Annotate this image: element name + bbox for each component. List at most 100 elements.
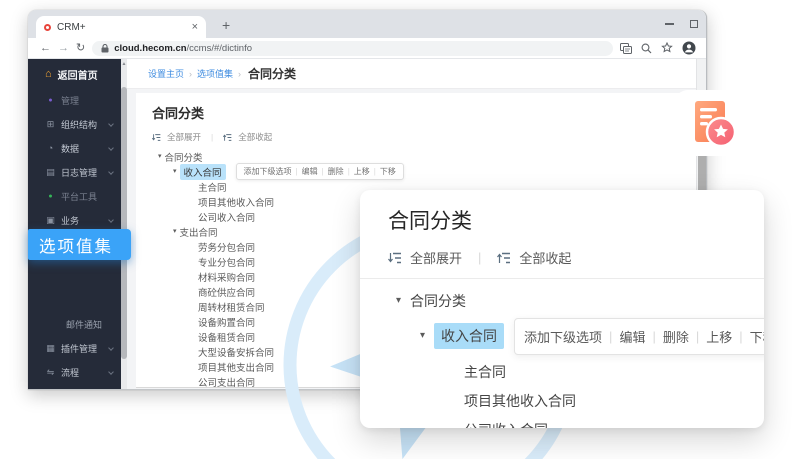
controls-separator: |: [211, 132, 213, 142]
new-tab-button[interactable]: +: [216, 15, 236, 35]
breadcrumb-link-dict[interactable]: 选项值集: [197, 67, 233, 80]
tree-item-label: 项目其他收入合同: [198, 195, 274, 209]
browser-address-bar: ← → ↻ cloud.hecom.cn/ccms/#/dictinfo: [28, 38, 706, 59]
sidebar-item-label: 邮件通知: [66, 318, 102, 331]
bookmark-star-icon[interactable]: [661, 42, 673, 54]
tree-item-label: 收入合同: [434, 323, 504, 349]
toolbar-action-下移[interactable]: 下移: [750, 327, 764, 346]
sidebar-item-dict-callout[interactable]: 选项值集: [28, 229, 131, 260]
sidebar-item-邮件通知[interactable]: 邮件通知: [28, 312, 121, 336]
flow-icon: ⇋: [45, 368, 56, 377]
tree-item-label: 支出合同: [180, 225, 218, 239]
url-field[interactable]: cloud.hecom.cn/ccms/#/dictinfo: [92, 41, 613, 56]
toolbar-action-编辑[interactable]: 编辑: [619, 327, 645, 346]
toolbar-action-编辑[interactable]: 编辑: [302, 166, 318, 177]
caret-down-icon[interactable]: ▾: [173, 168, 177, 175]
forward-button[interactable]: →: [58, 43, 69, 54]
profile-avatar[interactable]: [682, 41, 696, 55]
chevron-down-icon: [108, 121, 114, 127]
tree-item-label: 公司收入合同: [464, 420, 548, 429]
breadcrumb-separator: ›: [189, 69, 192, 79]
tree-item-收入合同[interactable]: ▾收入合同添加下级选项|编辑|删除|上移|下移: [152, 164, 682, 179]
tree-item-项目其他收入合同[interactable]: 项目其他收入合同: [388, 386, 764, 415]
toolbar-separator: |: [374, 167, 376, 176]
tree-item-label: 项目其他支出合同: [198, 360, 274, 374]
sidebar-item-管理[interactable]: ● 管理: [28, 88, 121, 112]
back-button[interactable]: ←: [40, 43, 51, 54]
chevron-down-icon: [108, 217, 114, 223]
expand-all-button[interactable]: 全部展开: [167, 131, 201, 143]
toolbar-separator: |: [322, 167, 324, 176]
toolbar-action-添加下级选项[interactable]: 添加下级选项: [244, 166, 292, 177]
browser-tab-strip: CRM+ × +: [28, 10, 706, 38]
tree-controls: 全部展开 | 全部收起: [152, 131, 682, 143]
window-minimize-button[interactable]: [665, 23, 674, 25]
tree-item-label: 合同分类: [165, 150, 203, 164]
tree-item-label: 主合同: [464, 362, 506, 382]
tab-close-icon[interactable]: ×: [192, 22, 198, 33]
caret-down-icon[interactable]: ▾: [173, 228, 177, 235]
breadcrumb-link-home[interactable]: 设置主页: [148, 67, 184, 80]
sidebar-item-数据[interactable]: ◔数据: [28, 136, 121, 160]
briefcase-icon: ▣: [45, 216, 56, 225]
tree-item-主合同[interactable]: 主合同: [388, 357, 764, 386]
tree-item-合同分类[interactable]: ▾合同分类: [388, 286, 764, 315]
url-text: cloud.hecom.cn/ccms/#/dictinfo: [114, 43, 252, 54]
sidebar-item-home[interactable]: ⌂ 返回首页: [28, 61, 121, 88]
sidebar-item-流程[interactable]: ⇋ 流程: [28, 360, 121, 384]
dict-app-badge-icon: [674, 90, 744, 156]
marketing-composition: CRM+ × + ← → ↻ cloud.hecom.cn/ccms/#/dic…: [0, 0, 792, 459]
expand-all-button[interactable]: 全部展开: [410, 248, 462, 267]
tree-item-公司收入合同[interactable]: 公司收入合同: [388, 415, 764, 428]
expand-all-icon: [152, 133, 161, 142]
chevron-down-icon: [108, 145, 114, 151]
sidebar-item-label: 日志管理: [61, 166, 97, 179]
sidebar-item-组织结构[interactable]: ⊞ 组织结构: [28, 112, 121, 136]
collapse-all-button[interactable]: 全部收起: [238, 131, 272, 143]
toolbar-action-删除[interactable]: 删除: [663, 327, 689, 346]
window-controls: [665, 10, 702, 38]
browser-tab[interactable]: CRM+ ×: [36, 16, 206, 38]
tab-title: CRM+: [57, 22, 186, 33]
breadcrumb-current: 合同分类: [248, 65, 296, 82]
sidebar-item-label: 组织结构: [61, 118, 97, 131]
sidebar-item-平台工具[interactable]: ●平台工具: [28, 184, 121, 208]
window-maximize-button[interactable]: [690, 20, 698, 28]
toolbar-action-删除[interactable]: 删除: [328, 166, 344, 177]
toolbar-action-下移[interactable]: 下移: [380, 166, 396, 177]
crm-favicon-icon: [44, 24, 51, 31]
lock-icon: [101, 44, 109, 53]
sidebar-item-分析[interactable]: ◩分析: [28, 384, 121, 389]
toolbar-separator: |: [739, 329, 742, 344]
tree-item-label: 设备购置合同: [198, 315, 255, 329]
callout-spacer: [28, 256, 121, 312]
overlay-option-tree: ▾合同分类▾收入合同添加下级选项|编辑|删除|上移|下移主合同项目其他收入合同公…: [388, 286, 764, 428]
clock-icon: ◔: [45, 144, 56, 153]
sidebar-item-label: 管理: [61, 94, 79, 107]
log-icon: ▤: [45, 168, 56, 177]
collapse-all-icon: [497, 251, 511, 265]
page-title: 合同分类: [152, 103, 682, 122]
reload-button[interactable]: ↻: [76, 43, 85, 54]
toolbar-action-上移[interactable]: 上移: [706, 327, 732, 346]
caret-down-icon[interactable]: ▾: [158, 153, 162, 160]
toolbar-action-上移[interactable]: 上移: [354, 166, 370, 177]
tree-item-label: 收入合同: [180, 164, 226, 180]
toolbar-action-添加下级选项[interactable]: 添加下级选项: [524, 327, 602, 346]
tree-item-toolbar: 添加下级选项|编辑|删除|上移|下移: [236, 163, 404, 180]
side-panel-icon[interactable]: [620, 43, 632, 54]
caret-down-icon[interactable]: ▾: [420, 331, 425, 341]
zoom-icon[interactable]: [641, 43, 652, 54]
sidebar-item-日志管理[interactable]: ▤ 日志管理: [28, 160, 121, 184]
tree-item-合同分类[interactable]: ▾合同分类: [152, 149, 682, 164]
sidebar-item-label: 流程: [61, 366, 79, 379]
tree-item-收入合同[interactable]: ▾收入合同添加下级选项|编辑|删除|上移|下移: [388, 315, 764, 357]
breadcrumb-separator: ›: [238, 69, 241, 79]
collapse-all-button[interactable]: 全部收起: [519, 248, 571, 267]
sidebar-item-label: 平台工具: [61, 190, 97, 203]
dot-purple-icon: ●: [45, 97, 56, 104]
toolbar-separator: |: [609, 329, 612, 344]
org-structure-icon: ⊞: [45, 120, 56, 129]
sidebar-item-插件管理[interactable]: ▦插件管理: [28, 336, 121, 360]
caret-down-icon[interactable]: ▾: [396, 296, 401, 306]
